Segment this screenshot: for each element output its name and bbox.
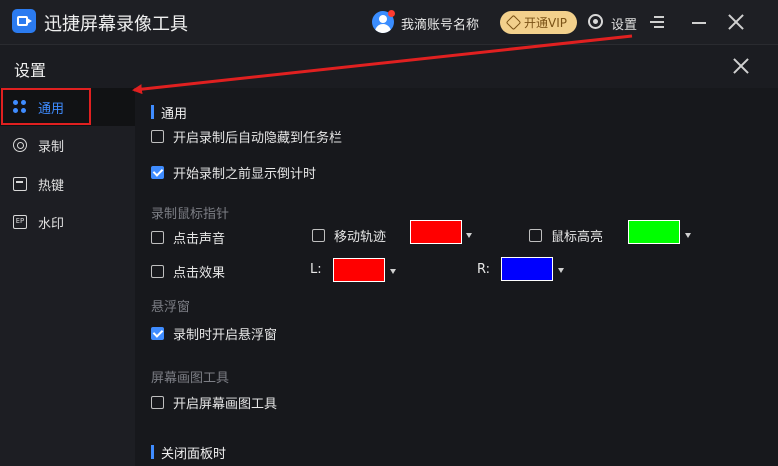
checkbox-box[interactable] bbox=[529, 229, 542, 242]
user-name-link[interactable]: 我滴账号名称 bbox=[401, 14, 479, 33]
checkbox-box[interactable] bbox=[151, 265, 164, 278]
app-logo-icon bbox=[12, 9, 36, 33]
left-click-color-swatch[interactable] bbox=[333, 258, 385, 282]
close-window-icon[interactable] bbox=[728, 14, 744, 30]
minimize-icon[interactable] bbox=[692, 22, 706, 24]
highlight-label: 鼠标高亮 bbox=[551, 230, 604, 245]
floating-window-checkbox[interactable]: 录制时开启悬浮窗 bbox=[151, 324, 277, 343]
trail-label: 移动轨迹 bbox=[334, 230, 387, 245]
checkbox-box[interactable] bbox=[151, 166, 164, 179]
annotation-highlight-box bbox=[1, 88, 91, 125]
checkbox-box[interactable] bbox=[151, 231, 164, 244]
checkbox-box[interactable] bbox=[151, 130, 164, 143]
section-title-general: 通用 bbox=[151, 103, 187, 122]
vip-button-label: 开通VIP bbox=[524, 16, 567, 30]
dialog-close-icon[interactable] bbox=[733, 58, 749, 74]
menu-icon[interactable] bbox=[650, 16, 664, 28]
click-sound-checkbox[interactable]: 点击声音 bbox=[151, 228, 225, 247]
highlight-checkbox[interactable]: 鼠标高亮 bbox=[529, 226, 603, 245]
group-label-floating: 悬浮窗 bbox=[151, 300, 191, 315]
hotkey-icon bbox=[13, 177, 27, 191]
sidebar-item-label: 录制 bbox=[38, 139, 65, 155]
right-click-label: R: bbox=[477, 262, 491, 277]
settings-content: 通用 开启录制后自动隐藏到任务栏 开始录制之前显示倒计时 录制鼠标指针 点击声音… bbox=[135, 88, 778, 466]
countdown-checkbox[interactable]: 开始录制之前显示倒计时 bbox=[151, 163, 316, 182]
click-sound-label: 点击声音 bbox=[173, 232, 226, 247]
left-color-dropdown-icon[interactable] bbox=[390, 269, 396, 274]
draw-tool-label: 开启屏幕画图工具 bbox=[173, 397, 278, 412]
vip-button[interactable]: 开通VIP bbox=[500, 11, 577, 34]
diamond-icon bbox=[505, 14, 522, 31]
group-label-draw-tool: 屏幕画图工具 bbox=[151, 371, 230, 386]
highlight-color-swatch[interactable] bbox=[628, 220, 680, 244]
checkbox-box[interactable] bbox=[312, 229, 325, 242]
right-color-dropdown-icon[interactable] bbox=[558, 268, 564, 273]
group-label-mouse: 录制鼠标指针 bbox=[151, 207, 230, 222]
sidebar-item-label: 水印 bbox=[38, 216, 65, 232]
floating-window-label: 录制时开启悬浮窗 bbox=[173, 328, 278, 343]
click-effect-checkbox[interactable]: 点击效果 bbox=[151, 262, 225, 281]
trail-checkbox[interactable]: 移动轨迹 bbox=[312, 226, 386, 245]
sidebar-item-record[interactable]: 录制 bbox=[0, 126, 135, 164]
section-title-close-panel: 关闭面板时 bbox=[151, 443, 226, 462]
draw-tool-checkbox[interactable]: 开启屏幕画图工具 bbox=[151, 393, 277, 412]
checkbox-box[interactable] bbox=[151, 396, 164, 409]
sidebar-item-watermark[interactable]: EP 水印 bbox=[0, 203, 135, 241]
auto-hide-label: 开启录制后自动隐藏到任务栏 bbox=[173, 131, 343, 146]
settings-gear-icon[interactable] bbox=[588, 14, 603, 29]
app-title: 迅捷屏幕录像工具 bbox=[44, 14, 188, 35]
record-icon bbox=[13, 138, 27, 152]
trail-color-dropdown-icon[interactable] bbox=[466, 233, 472, 238]
sidebar-item-hotkey[interactable]: 热键 bbox=[0, 165, 135, 203]
settings-sidebar: 通用 录制 热键 EP 水印 bbox=[0, 88, 135, 466]
watermark-icon: EP bbox=[13, 215, 27, 229]
highlight-color-dropdown-icon[interactable] bbox=[685, 233, 691, 238]
sidebar-item-label: 热键 bbox=[38, 178, 65, 194]
countdown-label: 开始录制之前显示倒计时 bbox=[173, 167, 317, 182]
notification-dot bbox=[388, 10, 395, 17]
right-click-color-swatch[interactable] bbox=[501, 257, 553, 281]
settings-link[interactable]: 设置 bbox=[611, 14, 637, 33]
left-click-label: L: bbox=[310, 262, 322, 277]
click-effect-label: 点击效果 bbox=[173, 266, 226, 281]
dialog-title: 设置 bbox=[14, 61, 47, 80]
checkbox-box[interactable] bbox=[151, 327, 164, 340]
trail-color-swatch[interactable] bbox=[410, 220, 462, 244]
settings-dialog-header: 设置 bbox=[0, 44, 778, 88]
auto-hide-checkbox[interactable]: 开启录制后自动隐藏到任务栏 bbox=[151, 127, 342, 146]
title-bar: 迅捷屏幕录像工具 我滴账号名称 开通VIP 设置 bbox=[0, 0, 778, 44]
